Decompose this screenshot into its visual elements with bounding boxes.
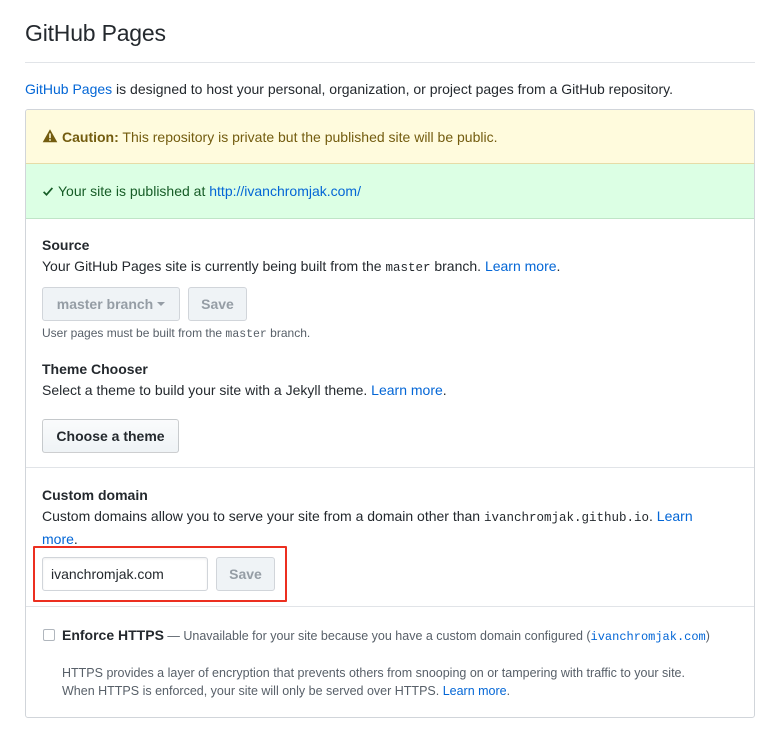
source-select-label: master branch	[56, 296, 154, 312]
enforce-https-checkbox[interactable]	[43, 629, 55, 641]
published-text: Your site is published at	[58, 183, 210, 199]
source-note-text-2: branch.	[266, 326, 311, 340]
source-save-button[interactable]: Save	[188, 287, 247, 321]
published-flash: Your site is published at http://ivanchr…	[26, 164, 754, 219]
https-learn-more-link[interactable]: Learn more	[443, 684, 507, 698]
check-icon	[42, 184, 54, 202]
section-divider	[26, 467, 754, 468]
pages-settings-box: Caution: This repository is private but …	[25, 109, 755, 718]
https-domain-link[interactable]: ivanchromjak.com	[591, 630, 706, 644]
custom-domain-period: .	[73, 531, 78, 547]
https-unavailable-text: Unavailable for your site because you ha…	[183, 629, 591, 643]
source-description: Your GitHub Pages site is currently bein…	[42, 256, 560, 279]
source-branch-select[interactable]: master branch	[42, 287, 180, 321]
learn-more-part-2: more	[42, 531, 74, 547]
section-divider-2	[26, 606, 754, 607]
custom-domain-title: Custom domain	[42, 487, 148, 503]
source-note-text: User pages must be built from the	[42, 326, 226, 340]
theme-learn-more-link[interactable]: Learn more	[371, 382, 443, 398]
https-help-line-2: When HTTPS is enforced, your site will o…	[62, 684, 443, 698]
source-title: Source	[42, 237, 90, 253]
https-help-text: HTTPS provides a layer of encryption tha…	[62, 664, 722, 700]
https-close-paren: )	[705, 629, 710, 643]
custom-domain-input[interactable]	[42, 557, 208, 591]
theme-description: Select a theme to build your site with a…	[42, 380, 447, 401]
custom-domain-save-button[interactable]: Save	[216, 557, 275, 591]
caution-flash: Caution: This repository is private but …	[26, 110, 754, 164]
github-pages-link[interactable]: GitHub Pages	[25, 81, 112, 97]
learn-more-part-1: Learn	[656, 508, 693, 524]
source-desc-text: Your GitHub Pages site is currently bein…	[42, 258, 386, 274]
intro-text: GitHub Pages is designed to host your pe…	[25, 79, 673, 99]
source-branch-code: master	[385, 261, 431, 275]
theme-desc-text: Select a theme to build your site with a…	[42, 382, 372, 398]
https-help-line-1: HTTPS provides a layer of encryption tha…	[62, 666, 685, 680]
choose-theme-button[interactable]: Choose a theme	[42, 419, 179, 453]
https-period: .	[506, 684, 511, 698]
intro-description: is designed to host your personal, organ…	[112, 81, 673, 97]
page-header: GitHub Pages	[25, 0, 755, 63]
source-note-branch-code: master	[225, 328, 267, 341]
page-title: GitHub Pages	[25, 20, 166, 46]
source-desc-text-2: branch.	[430, 258, 485, 274]
https-dash: —	[163, 629, 184, 643]
theme-title: Theme Chooser	[42, 361, 148, 377]
custom-domain-description: Custom domains allow you to serve your s…	[42, 506, 732, 550]
chevron-down-icon	[157, 302, 166, 306]
theme-period: .	[442, 382, 447, 398]
source-note: User pages must be built from the master…	[42, 326, 310, 341]
enforce-https-label: Enforce HTTPS	[62, 627, 164, 643]
source-period: .	[556, 258, 561, 274]
default-domain-code: ivanchromjak.github.io	[483, 511, 650, 525]
enforce-https-row: Enforce HTTPS — Unavailable for your sit…	[62, 626, 710, 646]
caution-label: Caution:	[62, 129, 119, 145]
published-site-link[interactable]: http://ivanchromjak.com/	[209, 183, 361, 199]
caution-text: This repository is private but the publi…	[118, 129, 498, 145]
alert-icon	[42, 128, 58, 148]
custom-domain-desc-text-2: .	[649, 508, 657, 524]
custom-domain-desc-text: Custom domains allow you to serve your s…	[42, 508, 484, 524]
source-learn-more-link[interactable]: Learn more	[485, 258, 557, 274]
